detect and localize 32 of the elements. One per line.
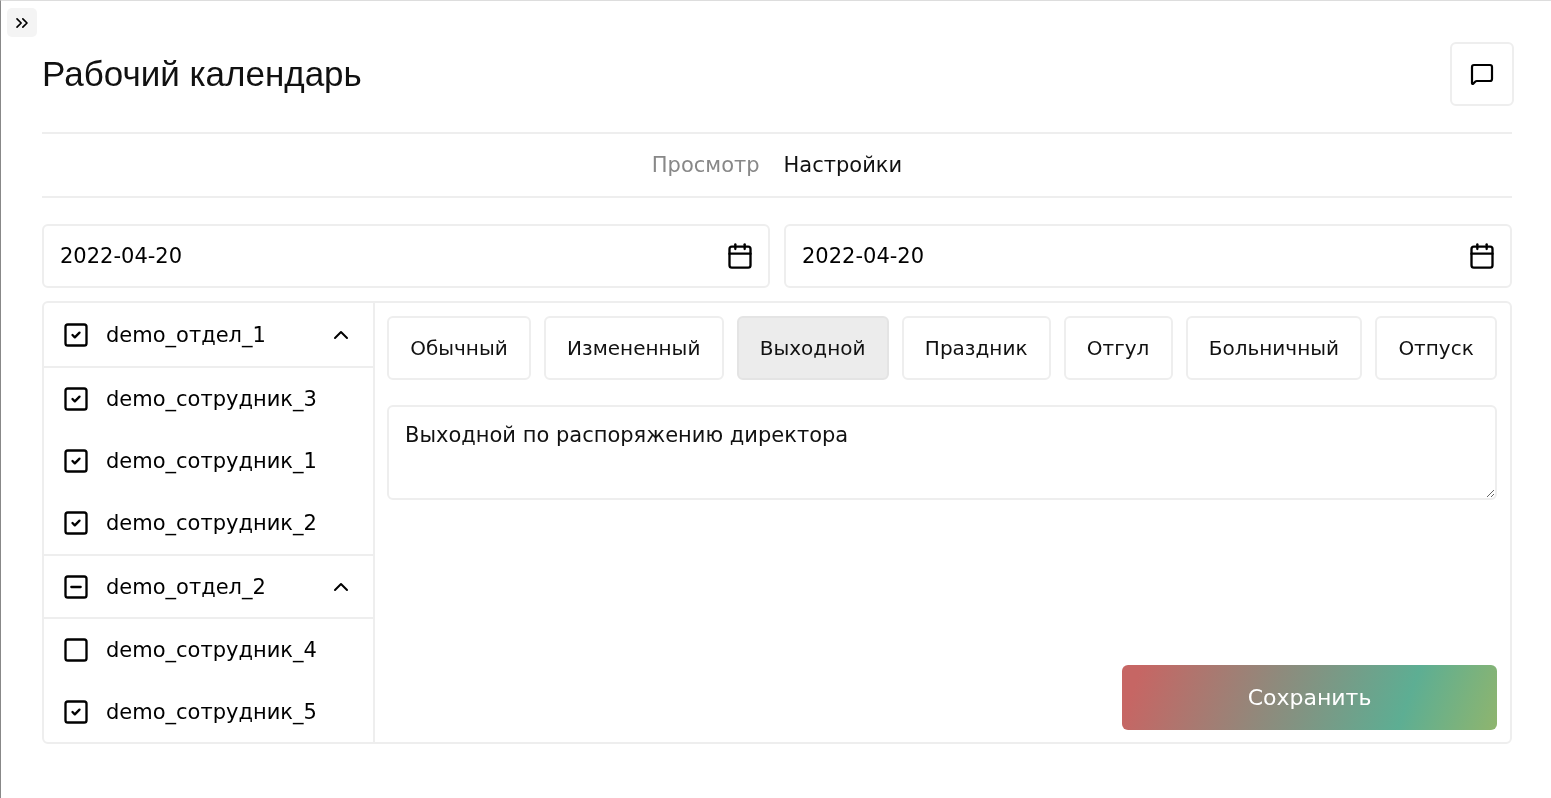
checkbox[interactable] <box>62 385 90 413</box>
day-type-button[interactable]: Отпуск <box>1375 316 1497 380</box>
checkbox[interactable] <box>62 636 90 664</box>
comment-button[interactable] <box>1450 42 1514 106</box>
calendar-icon <box>726 242 754 270</box>
tab[interactable]: Просмотр <box>651 153 760 177</box>
employee-row[interactable]: demo_сотрудник_3 <box>44 368 373 430</box>
checkbox[interactable] <box>62 447 90 475</box>
calendar-icon <box>1468 242 1496 270</box>
comment-field[interactable]: Выходной по распоряжению директора <box>387 405 1497 500</box>
day-type-button[interactable]: Праздник <box>901 316 1051 380</box>
checkbox[interactable] <box>62 509 90 537</box>
day-type-button[interactable]: Измененный <box>543 316 724 380</box>
day-type-button[interactable]: Больничный <box>1185 316 1363 380</box>
employee-row[interactable]: demo_сотрудник_5 <box>44 681 373 743</box>
checkbox[interactable] <box>62 572 90 601</box>
employee-row[interactable]: demo_сотрудник_1 <box>44 430 373 492</box>
speech-bubble-icon <box>1470 62 1494 86</box>
page-title: Рабочий календарь <box>42 54 362 94</box>
day-type-button[interactable]: Обычный <box>387 316 531 380</box>
checkbox[interactable] <box>62 320 90 349</box>
department-row[interactable]: demo_отдел_1 <box>44 303 373 368</box>
date-field[interactable]: 2022-04-20 <box>42 224 770 288</box>
day-type-button[interactable]: Отгул <box>1063 316 1173 380</box>
day-type-button[interactable]: Выходной <box>736 316 889 380</box>
employee-row[interactable]: demo_сотрудник_4 <box>44 619 373 681</box>
tab[interactable]: Настройки <box>783 153 903 177</box>
expand-sidebar-button[interactable] <box>7 8 37 37</box>
employee-row[interactable]: demo_сотрудник_2 <box>44 492 373 554</box>
checkbox[interactable] <box>62 698 90 726</box>
department-row[interactable]: demo_отдел_2 <box>44 554 373 619</box>
date-field[interactable]: 2022-04-20 <box>784 224 1512 288</box>
